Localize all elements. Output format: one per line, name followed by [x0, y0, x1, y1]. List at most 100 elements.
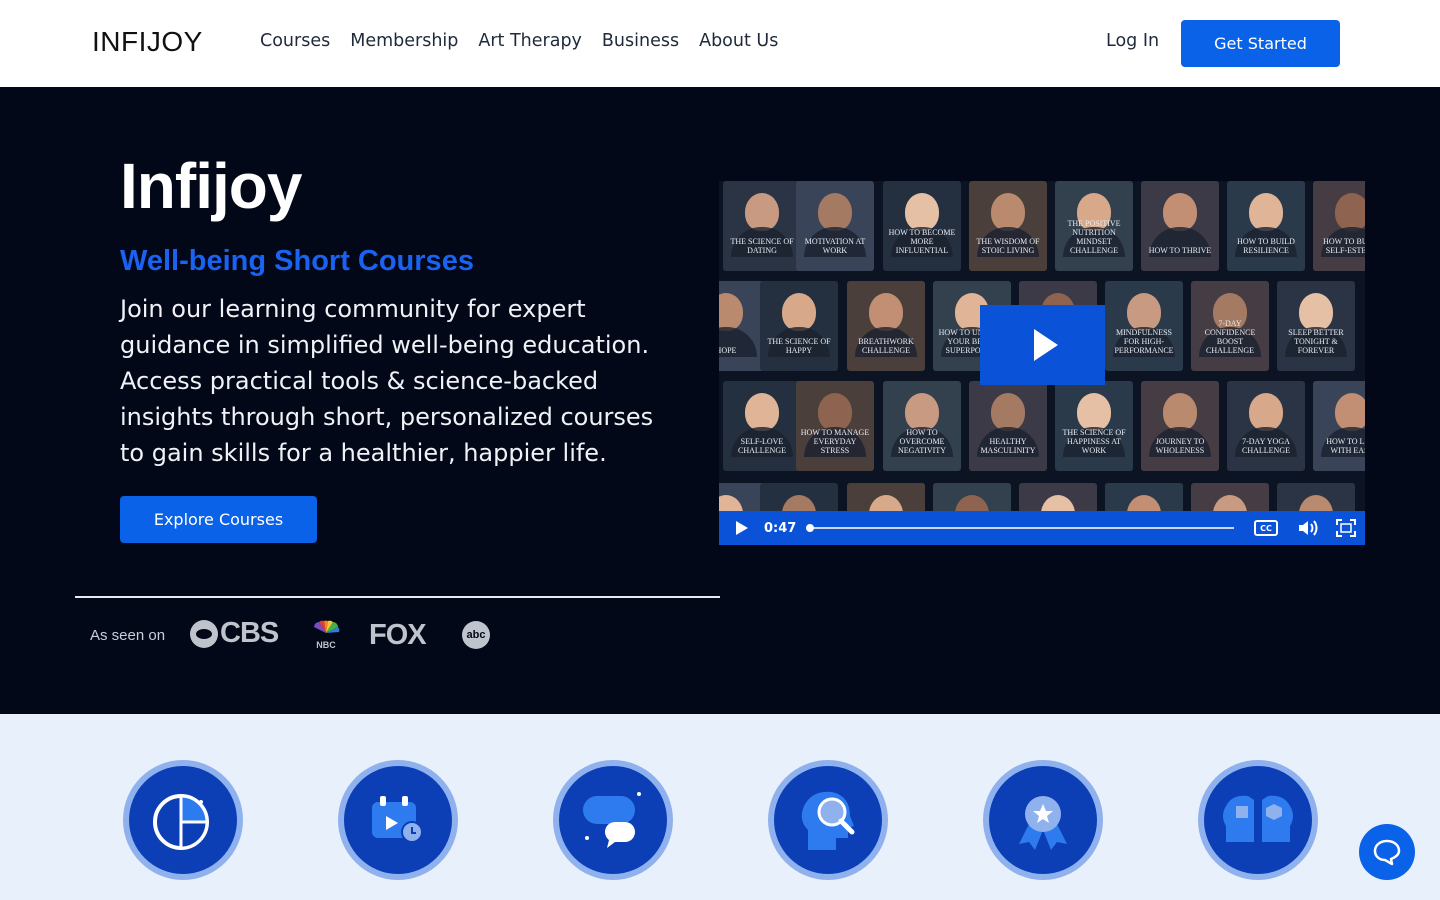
presenter-face	[991, 193, 1025, 231]
course-thumbnail-title: The Positive Nutrition Mindset Challenge	[1067, 219, 1121, 255]
course-thumbnail: Journey to Wholeness	[1141, 381, 1219, 471]
presenter-face	[1299, 293, 1333, 331]
feature-badge	[553, 760, 673, 880]
chat-icon	[1373, 839, 1401, 866]
feature-badge	[1198, 760, 1318, 880]
presenter-face	[1335, 393, 1365, 431]
course-thumbnail-title: How to Build Resilience	[1237, 237, 1295, 255]
presenter-face	[905, 393, 939, 431]
cbs-logo: CBS	[190, 617, 279, 650]
course-thumbnail-partial	[1105, 483, 1183, 513]
as-seen-on-label: As seen on	[90, 627, 166, 644]
presenter-face	[818, 393, 852, 431]
course-thumbnail-partial	[760, 483, 838, 513]
cbs-eye-icon	[190, 619, 218, 648]
course-thumbnail-title: The Wisdom of Stoic Living	[976, 237, 1040, 255]
support-chat-button[interactable]	[1359, 824, 1415, 880]
course-thumbnail-partial	[933, 483, 1011, 513]
course-thumbnail: How to Overcome Negativity	[883, 381, 961, 471]
presenter-face	[1335, 193, 1365, 231]
course-thumbnail-title: Hope	[719, 346, 737, 355]
get-started-button[interactable]: Get Started	[1181, 20, 1340, 67]
award-ribbon-icon	[1019, 796, 1067, 850]
course-thumbnail-title: The Science of Happy	[767, 337, 831, 355]
course-thumbnail-partial	[1191, 483, 1269, 513]
volume-icon[interactable]	[1297, 518, 1319, 538]
course-thumbnail: The Wisdom of Stoic Living	[969, 181, 1047, 271]
presenter-face	[869, 293, 903, 331]
feature-badge	[338, 760, 458, 880]
progress-knob[interactable]	[806, 524, 814, 532]
video-controls-bar: 0:47 CC	[719, 511, 1365, 545]
calendar-video-icon	[372, 796, 423, 843]
hero-description: Join our learning community for expert g…	[120, 295, 654, 467]
course-thumbnail: Hope	[719, 281, 765, 371]
play-pause-button[interactable]	[736, 521, 748, 535]
course-thumbnail-partial	[1019, 483, 1097, 513]
course-video-player[interactable]: The Science of Dating Motivation at Work H…	[719, 181, 1365, 545]
course-thumbnail-title: 7-Day Confidence Boost Challenge	[1204, 319, 1256, 355]
course-thumbnail-title: Motivation at Work	[804, 237, 866, 255]
course-thumbnail-title: How to Manage Everyday Stress	[800, 428, 870, 455]
fullscreen-icon[interactable]	[1335, 518, 1357, 538]
feature-badge	[768, 760, 888, 880]
presenter-face	[1163, 393, 1197, 431]
course-thumbnail: Motivation at Work	[796, 181, 874, 271]
course-thumbnail-title: How to Overcome Negativity	[898, 428, 946, 455]
course-thumbnail: Mindfulness for High-Performance	[1105, 281, 1183, 371]
feature-badge	[123, 760, 243, 880]
presenter-face	[782, 293, 816, 331]
course-thumbnail-title: How to Become More Influential	[888, 228, 956, 255]
course-thumbnail: The Science of Dating	[723, 181, 801, 271]
course-thumbnail-title: Journey to Wholeness	[1155, 437, 1205, 455]
presenter-face	[745, 393, 779, 431]
nav-link-business[interactable]: Business	[602, 31, 679, 51]
course-thumbnail-title: How to Build Self-Esteem	[1323, 237, 1365, 255]
nbc-logo: NBC	[314, 620, 340, 650]
video-progress-bar[interactable]	[806, 524, 1234, 532]
course-thumbnail-title: Mindfulness for High-Performance	[1114, 328, 1174, 355]
course-thumbnail: 7-Day Confidence Boost Challenge	[1191, 281, 1269, 371]
course-thumbnail: How to Build Self-Esteem	[1313, 181, 1365, 271]
nav-link-membership[interactable]: Membership	[350, 31, 458, 51]
hero-divider	[75, 596, 720, 598]
presenter-face	[905, 193, 939, 231]
pie-chart-icon	[153, 794, 209, 850]
hero-subtitle: Well-being Short Courses	[120, 245, 474, 277]
presenter-face	[818, 193, 852, 231]
main-menu: Courses Membership Art Therapy Business …	[260, 31, 798, 51]
course-thumbnail-title: Sleep Better Tonight & Forever	[1288, 328, 1344, 355]
course-thumbnail-title: The Science of Happiness at Work	[1062, 428, 1126, 455]
course-thumbnail-partial	[847, 483, 925, 513]
course-thumbnail-title: The Science of Dating	[730, 237, 794, 255]
captions-button[interactable]: CC	[1254, 520, 1278, 536]
presenter-face	[1163, 193, 1197, 231]
hero-section: Infijoy Well-being Short Courses Join ou…	[0, 87, 1440, 714]
course-thumbnail: How to Manage Everyday Stress	[796, 381, 874, 471]
svg-text:NBC: NBC	[316, 640, 336, 650]
explore-courses-button[interactable]: Explore Courses	[120, 496, 317, 543]
play-icon	[1033, 329, 1058, 361]
course-thumbnail-partial	[719, 483, 765, 513]
feature-badge	[983, 760, 1103, 880]
course-thumbnail: The Science of Happy	[760, 281, 838, 371]
chat-bubbles-icon	[583, 792, 641, 848]
nav-link-courses[interactable]: Courses	[260, 31, 330, 51]
course-thumbnail-title: 7-Day Yoga Challenge	[1242, 437, 1290, 455]
presenter-face	[719, 293, 743, 331]
course-thumbnail: The Science of Happiness at Work	[1055, 381, 1133, 471]
course-thumbnail-title: Self-Love Challenge	[738, 437, 786, 455]
play-video-button[interactable]	[980, 305, 1105, 385]
nav-link-art-therapy[interactable]: Art Therapy	[478, 31, 582, 51]
fox-logo: FOX	[369, 619, 427, 651]
features-strip	[0, 714, 1440, 900]
hero-title: Infijoy	[120, 150, 302, 222]
video-time: 0:47	[764, 521, 797, 536]
presenter-face	[991, 393, 1025, 431]
nav-link-about-us[interactable]: About Us	[699, 31, 778, 51]
cbs-wordmark: CBS	[220, 617, 279, 649]
course-thumbnail-title: How to Thrive	[1148, 246, 1212, 255]
infijoy-logo[interactable]: INFIJOY	[92, 26, 203, 58]
login-link[interactable]: Log In	[1106, 31, 1159, 51]
abc-logo: abc	[462, 621, 490, 649]
